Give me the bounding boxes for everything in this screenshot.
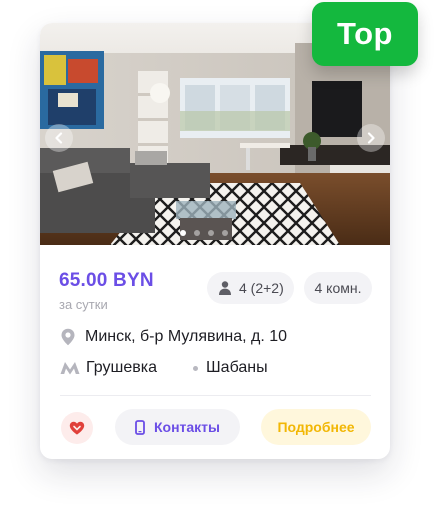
heart-icon <box>69 421 85 435</box>
location-pin-icon <box>61 328 75 346</box>
top-badge: Top <box>312 2 418 66</box>
metro-station: Грушевка <box>86 359 157 376</box>
contacts-button[interactable]: Контакты <box>115 409 240 445</box>
metro-icon <box>60 362 80 375</box>
photo-next-button[interactable] <box>357 124 385 152</box>
rooms-chip: 4 комн. <box>304 272 372 304</box>
details-button[interactable]: Подробнее <box>261 409 371 445</box>
details-label: Подробнее <box>277 419 355 435</box>
district-name: Шабаны <box>206 359 268 376</box>
chevron-right-icon <box>367 132 375 144</box>
contacts-label: Контакты <box>153 419 220 435</box>
chevron-left-icon <box>55 132 63 144</box>
guests-chip: 4 (2+2) <box>207 272 294 304</box>
rooms-count: 4 комн. <box>314 280 362 296</box>
favorite-button[interactable] <box>61 412 93 444</box>
pagination-dot[interactable] <box>180 230 186 236</box>
guests-count: 4 (2+2) <box>239 280 284 296</box>
phone-icon <box>135 419 145 435</box>
photo-pagination <box>180 230 228 236</box>
bullet-dot <box>193 365 198 371</box>
photo-prev-button[interactable] <box>45 124 73 152</box>
top-badge-label: Top <box>336 16 393 51</box>
pagination-dot[interactable] <box>194 230 200 236</box>
divider <box>60 395 371 396</box>
listing-card: 65.00 BYN за сутки 4 (2+2) 4 комн. Минск… <box>40 23 390 459</box>
price-period: за сутки <box>59 297 108 312</box>
address-text: Минск, б-р Мулявина, д. 10 <box>85 328 288 345</box>
metro-row: Грушевка <box>60 359 157 377</box>
listing-price: 65.00 BYN <box>59 270 154 291</box>
district-row: Шабаны <box>193 359 268 377</box>
pagination-dot[interactable] <box>208 230 214 236</box>
address-row: Минск, б-р Мулявина, д. 10 <box>60 328 287 346</box>
listing-stage: 65.00 BYN за сутки 4 (2+2) 4 комн. Минск… <box>0 0 440 519</box>
person-icon <box>219 281 231 295</box>
pagination-dot[interactable] <box>222 230 228 236</box>
